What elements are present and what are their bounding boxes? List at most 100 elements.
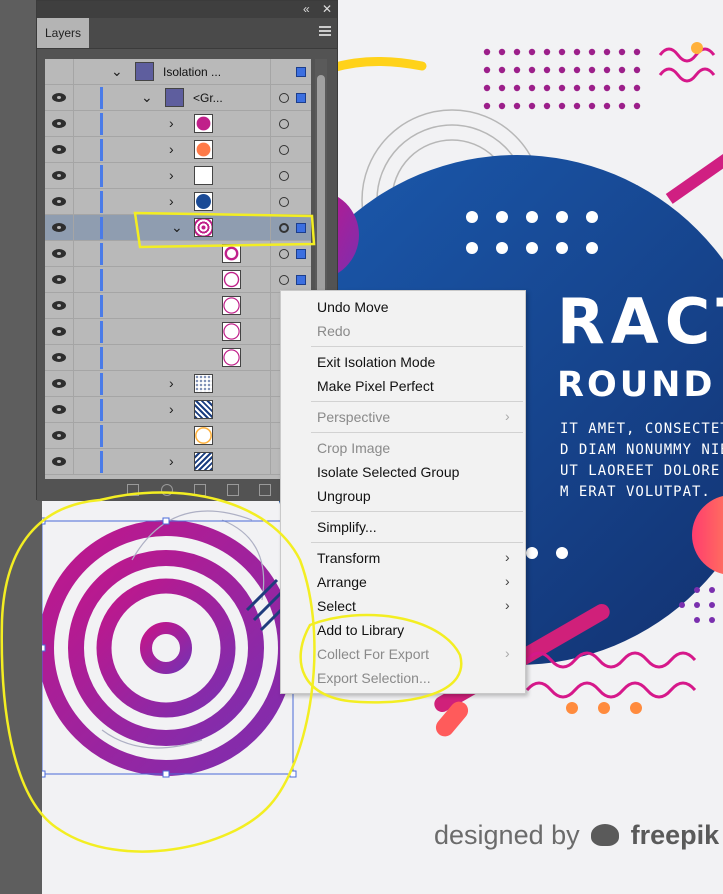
chevron-right-icon[interactable]: ›	[169, 453, 174, 469]
chevron-right-icon[interactable]: ›	[169, 115, 174, 131]
layer-row[interactable]	[45, 423, 311, 449]
menu-item-simplify[interactable]: Simplify...	[317, 519, 377, 535]
visibility-eye-icon[interactable]	[52, 223, 66, 232]
layer-name[interactable]: <Gr...	[193, 91, 223, 105]
panel-title-bar[interactable]: « ✕	[37, 1, 337, 18]
divider	[73, 163, 74, 188]
target-circle-icon[interactable]	[279, 145, 289, 155]
menu-item-select[interactable]: Select	[317, 598, 356, 614]
layer-row-group[interactable]: ⌄ <Gr...	[45, 85, 311, 111]
layer-thumbnail	[194, 452, 213, 471]
new-layer-icon[interactable]	[259, 484, 271, 496]
chevron-down-icon[interactable]: ⌄	[111, 63, 123, 80]
menu-item-arrange[interactable]: Arrange	[317, 574, 367, 590]
visibility-eye-icon[interactable]	[52, 249, 66, 258]
tab-layers[interactable]: Layers	[37, 18, 89, 48]
layer-row[interactable]	[45, 345, 311, 371]
target-circle-icon[interactable]	[279, 249, 289, 259]
new-sublayer-icon[interactable]	[227, 484, 239, 496]
layer-row[interactable]: ›	[45, 371, 311, 397]
visibility-eye-icon[interactable]	[52, 171, 66, 180]
layer-row[interactable]: ›	[45, 397, 311, 423]
layer-row[interactable]	[45, 241, 311, 267]
layer-row[interactable]	[45, 319, 311, 345]
divider	[270, 111, 271, 136]
layer-row-isolation[interactable]: ⌄ Isolation ...	[45, 59, 311, 85]
freepik-logo-icon	[591, 824, 620, 846]
visibility-eye-icon[interactable]	[52, 119, 66, 128]
visibility-eye-icon[interactable]	[52, 301, 66, 310]
layer-row[interactable]: ›	[45, 449, 311, 475]
submenu-arrow-icon: ›	[505, 408, 510, 424]
target-circle-icon[interactable]	[279, 223, 289, 233]
layer-thumbnail	[222, 322, 241, 341]
context-menu[interactable]: Undo Move Redo Exit Isolation Mode Make …	[280, 290, 526, 694]
visibility-eye-icon[interactable]	[52, 327, 66, 336]
chevron-right-icon[interactable]: ›	[169, 167, 174, 183]
menu-item-make-pixel-perfect[interactable]: Make Pixel Perfect	[317, 378, 434, 394]
poster-body-line: D DIAM NONUMMY NIBH	[560, 442, 723, 458]
close-panel-button[interactable]: ✕	[322, 2, 332, 16]
layer-row[interactable]: ›	[45, 137, 311, 163]
layer-row[interactable]: ›	[45, 163, 311, 189]
layer-color-bar	[100, 373, 103, 395]
selection-indicator[interactable]	[296, 93, 306, 103]
chevron-down-icon[interactable]: ⌄	[171, 219, 183, 236]
visibility-eye-icon[interactable]	[52, 379, 66, 388]
selection-indicator[interactable]	[296, 275, 306, 285]
divider	[270, 423, 271, 448]
menu-separator	[311, 401, 523, 402]
chevron-right-icon[interactable]: ›	[169, 375, 174, 391]
target-circle-icon[interactable]	[279, 119, 289, 129]
divider	[270, 137, 271, 162]
layer-row[interactable]	[45, 293, 311, 319]
selection-indicator[interactable]	[296, 249, 306, 259]
menu-item-add-to-library[interactable]: Add to Library	[317, 622, 404, 638]
visibility-eye-icon[interactable]	[52, 275, 66, 284]
visibility-eye-icon[interactable]	[52, 353, 66, 362]
chevron-right-icon[interactable]: ›	[169, 401, 174, 417]
menu-item-isolate-selected-group[interactable]: Isolate Selected Group	[317, 464, 459, 480]
submenu-arrow-icon: ›	[505, 549, 510, 565]
divider	[73, 345, 74, 370]
layer-list[interactable]: ⌄ Isolation ... ⌄ <Gr... › › › › ⌄ › › ›	[45, 59, 311, 479]
collapse-panel-button[interactable]: «	[303, 2, 310, 16]
visibility-eye-icon[interactable]	[52, 457, 66, 466]
visibility-eye-icon[interactable]	[52, 93, 66, 102]
target-circle-icon[interactable]	[279, 171, 289, 181]
menu-item-undo-move[interactable]: Undo Move	[317, 299, 389, 315]
target-circle-icon[interactable]	[279, 93, 289, 103]
target-circle-icon[interactable]	[279, 275, 289, 285]
search-icon[interactable]	[161, 484, 173, 496]
selection-indicator[interactable]	[296, 67, 306, 77]
visibility-eye-icon[interactable]	[52, 405, 66, 414]
export-icon[interactable]	[127, 484, 139, 496]
visibility-eye-icon[interactable]	[52, 197, 66, 206]
visibility-eye-icon[interactable]	[52, 145, 66, 154]
divider	[270, 267, 271, 292]
chevron-down-icon[interactable]: ⌄	[141, 89, 153, 106]
target-circle-icon[interactable]	[279, 197, 289, 207]
layer-color-bar	[100, 191, 103, 213]
divider	[270, 189, 271, 214]
visibility-eye-icon[interactable]	[52, 431, 66, 440]
layer-row[interactable]	[45, 267, 311, 293]
layer-row[interactable]: ›	[45, 111, 311, 137]
layer-row-selected[interactable]: ⌄	[45, 215, 311, 241]
divider	[270, 397, 271, 422]
panel-tab-row: Layers	[37, 18, 337, 49]
layer-color-bar	[100, 139, 103, 161]
layer-row[interactable]: ›	[45, 189, 311, 215]
layer-color-bar	[100, 399, 103, 421]
chevron-right-icon[interactable]: ›	[169, 141, 174, 157]
menu-item-ungroup[interactable]: Ungroup	[317, 488, 371, 504]
layer-color-bar	[100, 87, 103, 109]
selection-indicator[interactable]	[296, 223, 306, 233]
clipping-mask-icon[interactable]	[194, 484, 206, 496]
panel-menu-icon[interactable]	[319, 26, 331, 36]
menu-item-exit-isolation[interactable]: Exit Isolation Mode	[317, 354, 435, 370]
layer-name[interactable]: Isolation ...	[163, 65, 221, 79]
layer-color-bar	[100, 425, 103, 447]
chevron-right-icon[interactable]: ›	[169, 193, 174, 209]
menu-item-transform[interactable]: Transform	[317, 550, 380, 566]
